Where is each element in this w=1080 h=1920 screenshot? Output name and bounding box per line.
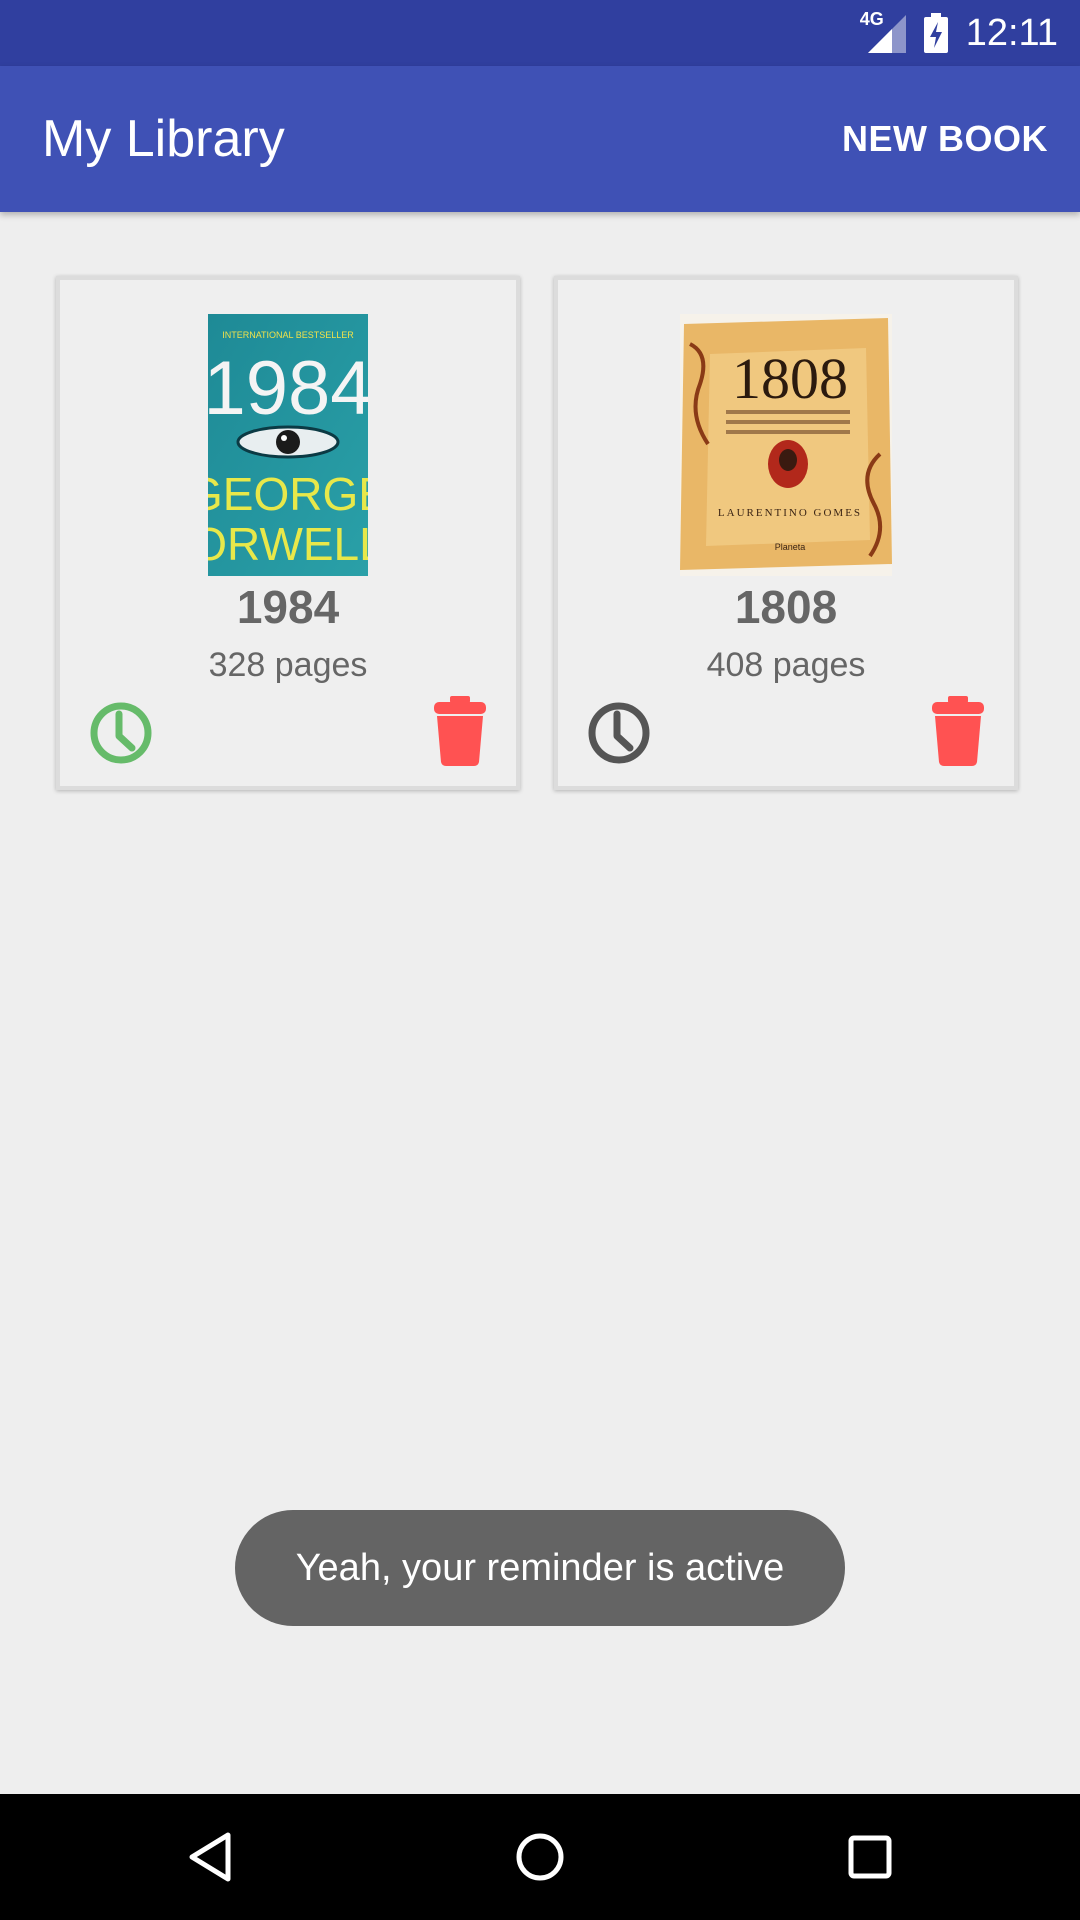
reminder-clock-icon[interactable] — [586, 700, 652, 766]
book-card[interactable]: INTERNATIONAL BESTSELLER 1984 GEORGE ORW… — [56, 276, 520, 790]
app-bar: My Library NEW BOOK — [0, 66, 1080, 212]
book-pages: 408 pages — [706, 646, 866, 684]
status-bar: 4G 12:11 — [0, 0, 1080, 66]
cover-title: 1808 — [732, 346, 848, 411]
book-cover-image: 1808 LAURENTINO GOMES Planeta — [680, 314, 892, 576]
back-button[interactable] — [170, 1794, 250, 1920]
cover-author: LAURENTINO GOMES — [718, 507, 862, 519]
navigation-bar — [0, 1794, 1080, 1920]
toast-message: Yeah, your reminder is active — [235, 1510, 845, 1626]
battery-charging-icon — [923, 13, 948, 53]
book-pages: 328 pages — [208, 646, 368, 684]
book-title: 1984 — [236, 581, 340, 633]
recents-button[interactable] — [830, 1794, 910, 1920]
delete-icon[interactable] — [432, 696, 488, 766]
cover-author-line1: GEORGE — [208, 468, 368, 520]
status-clock: 12:11 — [965, 11, 1058, 54]
reminder-clock-icon[interactable] — [88, 700, 154, 766]
home-icon — [516, 1833, 564, 1881]
book-card[interactable]: 1808 LAURENTINO GOMES Planeta 1808 408 p… — [554, 276, 1018, 790]
new-book-button[interactable]: NEW BOOK — [842, 66, 1048, 212]
network-indicator: 4G — [860, 9, 906, 53]
toast-text: Yeah, your reminder is active — [295, 1546, 785, 1589]
cover-title: 1984 — [208, 346, 368, 431]
book-title: 1808 — [734, 581, 838, 633]
recents-icon — [848, 1835, 892, 1879]
cover-top-text: INTERNATIONAL BESTSELLER — [222, 330, 354, 340]
back-icon — [189, 1832, 231, 1882]
signal-icon — [867, 15, 906, 53]
delete-icon[interactable] — [930, 696, 986, 766]
home-button[interactable] — [500, 1794, 580, 1920]
status-icons: 4G 12:11 — [860, 0, 1058, 66]
cover-publisher: Planeta — [775, 542, 806, 552]
page-title: My Library — [42, 110, 285, 168]
book-cover-image: INTERNATIONAL BESTSELLER 1984 GEORGE ORW… — [208, 314, 368, 576]
cover-author-line2: ORWELL — [208, 518, 368, 570]
